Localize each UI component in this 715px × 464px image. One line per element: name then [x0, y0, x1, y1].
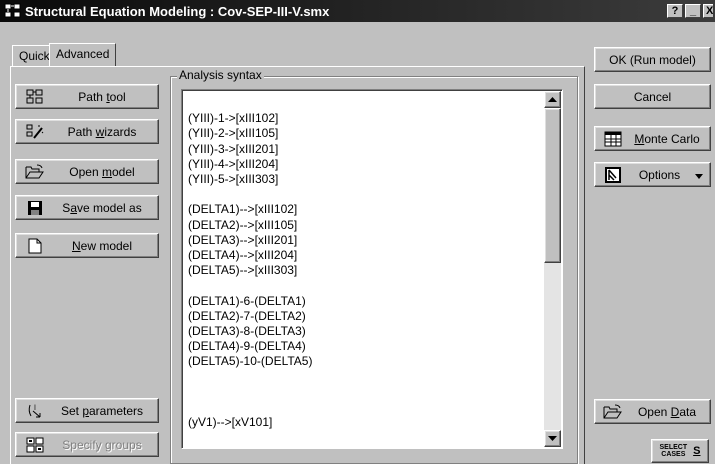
cancel-button[interactable]: Cancel — [594, 84, 711, 109]
open-data-button[interactable]: Open Data — [594, 399, 711, 424]
syntax-line: (DELTA2)-7-(DELTA2) — [188, 308, 306, 323]
parameters-icon: l — [24, 402, 46, 420]
floppy-disk-icon — [24, 199, 46, 217]
syntax-line: (YIII)-2->[xIII105] — [188, 126, 279, 141]
select-cases-line2: CASES — [661, 451, 686, 458]
syntax-line — [188, 187, 538, 202]
select-cases-button[interactable]: SELECT CASES S — [651, 439, 709, 463]
new-model-hotkey: N — [71, 238, 81, 253]
path-wizards-label: Path — [67, 124, 96, 139]
new-model-button[interactable]: New model — [15, 233, 159, 258]
scroll-up-button[interactable] — [544, 91, 561, 108]
set-parameters-label-rest: arameters — [89, 403, 144, 418]
syntax-line: (DELTA1)-6-(DELTA1) — [188, 293, 306, 308]
select-cases-line1: SELECT — [659, 444, 688, 451]
path-wizards-button[interactable]: Path wizards — [15, 119, 159, 144]
syntax-line: (DELTA2)-->[xIII105] — [188, 217, 298, 232]
dropdown-arrow-icon — [695, 168, 703, 182]
arrow-up-icon — [548, 97, 557, 102]
specify-groups-label-rest: roups — [111, 437, 142, 452]
arrow-down-icon — [548, 436, 557, 441]
options-label: Options — [638, 167, 681, 182]
open-model-label-rest: odel — [112, 164, 135, 179]
open-model-hotkey: m — [102, 164, 112, 179]
syntax-line: (DELTA4)-->[xIII204] — [188, 248, 298, 263]
ok-run-model-label: OK (Run model) — [609, 52, 696, 67]
select-cases-text: SELECT CASES — [660, 444, 688, 458]
monte-carlo-icon — [602, 130, 624, 148]
set-parameters-hotkey: p — [82, 403, 89, 418]
syntax-line: (DELTA5)-->[xIII303] — [188, 263, 298, 278]
save-model-as-hotkey: a — [70, 200, 77, 215]
window-title: Structural Equation Modeling : Cov-SEP-I… — [25, 3, 330, 19]
app-icon — [4, 3, 22, 19]
save-model-as-label-rest: ve model as — [77, 200, 142, 215]
syntax-line — [188, 96, 538, 111]
analysis-syntax-scrollbar[interactable] — [544, 91, 561, 447]
options-icon — [602, 166, 624, 184]
syntax-line: (DELTA4)-9-(DELTA4) — [188, 339, 306, 354]
open-model-button[interactable]: Open model — [15, 159, 159, 184]
path-tool-label-rest: ool — [109, 89, 126, 104]
cancel-label: Cancel — [633, 89, 672, 104]
syntax-line: (DELTA1)-->[xIII102] — [188, 202, 298, 217]
analysis-syntax-editor[interactable]: (YIII)-1->[xIII102] (YIII)-2->[xIII105] (Y… — [181, 89, 563, 449]
scroll-down-button[interactable] — [544, 430, 561, 447]
wand-icon — [24, 123, 46, 141]
tab-advanced[interactable]: Advanced — [49, 43, 117, 66]
new-document-icon — [24, 237, 46, 255]
minimize-button[interactable]: _ — [685, 4, 701, 18]
specify-groups-hotkey: g — [104, 437, 112, 452]
set-parameters-button[interactable]: l Set parameters — [15, 398, 159, 423]
set-parameters-label: Set — [60, 403, 83, 418]
monte-carlo-hotkey: M — [634, 131, 645, 146]
syntax-line: (DELTA5)-10-(DELTA5) — [188, 354, 313, 369]
path-tool-label: Path — [78, 89, 107, 104]
title-bar: Structural Equation Modeling : Cov-SEP-I… — [0, 0, 715, 22]
syntax-line: (YIII)-4->[xIII204] — [188, 156, 279, 171]
analysis-syntax-text[interactable]: (YIII)-1->[xIII102] (YIII)-2->[xIII105] (Y… — [188, 96, 538, 430]
open-data-label: Open — [637, 404, 671, 419]
open-folder-icon — [602, 403, 624, 421]
syntax-line — [188, 370, 538, 385]
new-model-label-rest: ew model — [80, 238, 133, 253]
syntax-line — [188, 278, 538, 293]
analysis-syntax-label: Analysis syntax — [177, 68, 264, 82]
ok-run-model-button[interactable]: OK (Run model) — [594, 47, 711, 72]
scroll-thumb[interactable] — [544, 108, 561, 263]
path-wizards-label-rest: izards — [104, 124, 137, 139]
close-button[interactable]: X — [703, 4, 713, 18]
syntax-line — [188, 400, 538, 415]
open-model-label: Open — [69, 164, 102, 179]
path-tool-icon — [24, 88, 46, 106]
select-cases-icon: S — [693, 444, 701, 457]
monte-carlo-button[interactable]: Monte Carlo — [594, 126, 711, 151]
syntax-line: (DELTA3)-8-(DELTA3) — [188, 324, 306, 339]
svg-text:l: l — [34, 404, 36, 412]
monte-carlo-label-rest: onte Carlo — [644, 131, 700, 146]
save-model-as-button[interactable]: Save model as — [15, 195, 159, 220]
open-folder-icon — [24, 163, 46, 181]
syntax-line: (YIII)-1->[xIII102] — [188, 111, 279, 126]
help-button[interactable]: ? — [667, 4, 683, 18]
open-data-label-rest: ata — [679, 404, 697, 419]
options-button[interactable]: Options — [594, 162, 711, 187]
syntax-line — [188, 385, 538, 400]
syntax-line: (yV1)-->[xV101] — [188, 415, 273, 430]
path-tool-button[interactable]: Path tool — [15, 84, 159, 109]
syntax-line: (YIII)-5->[xIII303] — [188, 172, 279, 187]
syntax-line: (DELTA3)-->[xIII201] — [188, 232, 298, 247]
syntax-line: (YIII)-3->[xIII201] — [188, 141, 279, 156]
specify-groups-button[interactable]: Specify groups — [15, 432, 159, 457]
specify-groups-label: Specify — [62, 437, 105, 452]
groups-icon — [24, 436, 46, 454]
